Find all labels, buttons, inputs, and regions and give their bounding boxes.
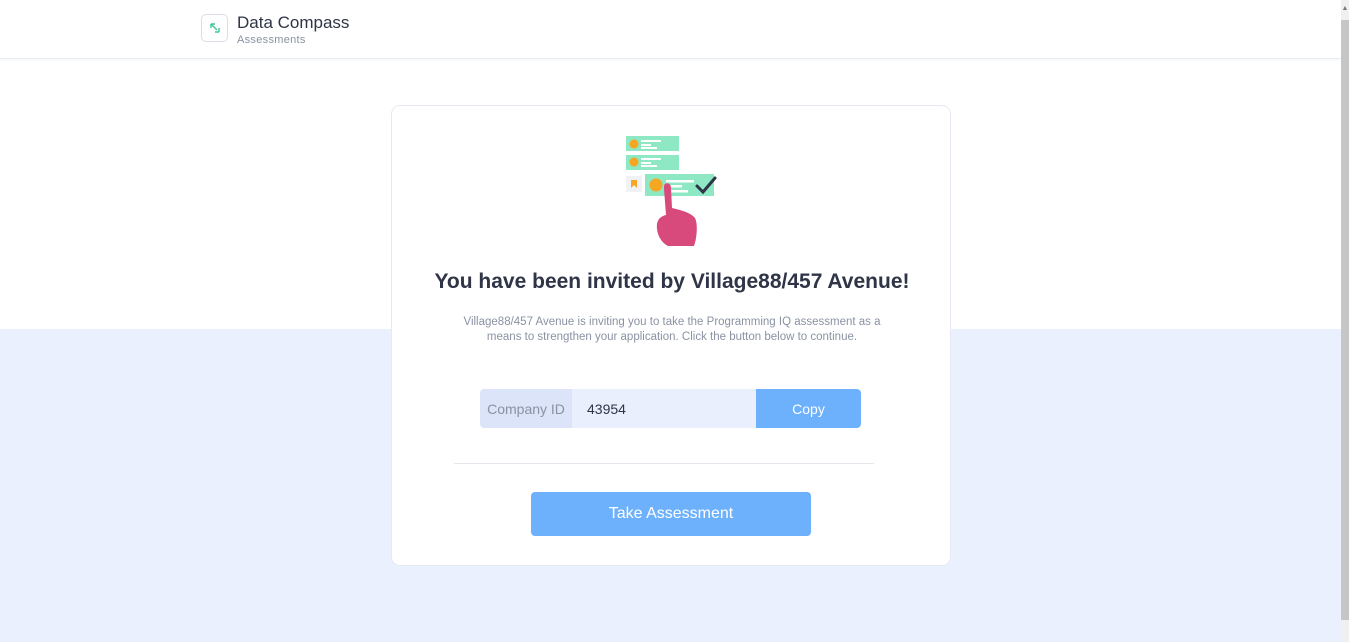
take-assessment-button[interactable]: Take Assessment [531,492,811,536]
company-id-group: Company ID Copy [480,389,861,428]
company-id-field[interactable] [572,389,756,428]
checklist-hand-illustration [624,134,720,250]
brand[interactable]: Data Compass Assessments [201,14,349,46]
top-navbar: Data Compass Assessments [0,0,1341,59]
divider [454,463,874,464]
company-id-label: Company ID [480,389,572,428]
vertical-scrollbar[interactable]: ▲ [1341,0,1349,642]
copy-button[interactable]: Copy [756,389,861,428]
compass-arrows-icon [201,14,228,42]
app-title: Data Compass [237,13,350,32]
brand-text: Data Compass Assessments [237,14,349,46]
app-subtitle: Assessments [237,34,306,46]
scrollbar-thumb[interactable] [1341,20,1349,620]
scroll-up-icon[interactable]: ▲ [1341,4,1349,14]
invitation-card: You have been invited by Village88/457 A… [391,105,951,566]
invite-title: You have been invited by Village88/457 A… [434,270,910,293]
invite-description: Village88/457 Avenue is inviting you to … [463,316,881,343]
